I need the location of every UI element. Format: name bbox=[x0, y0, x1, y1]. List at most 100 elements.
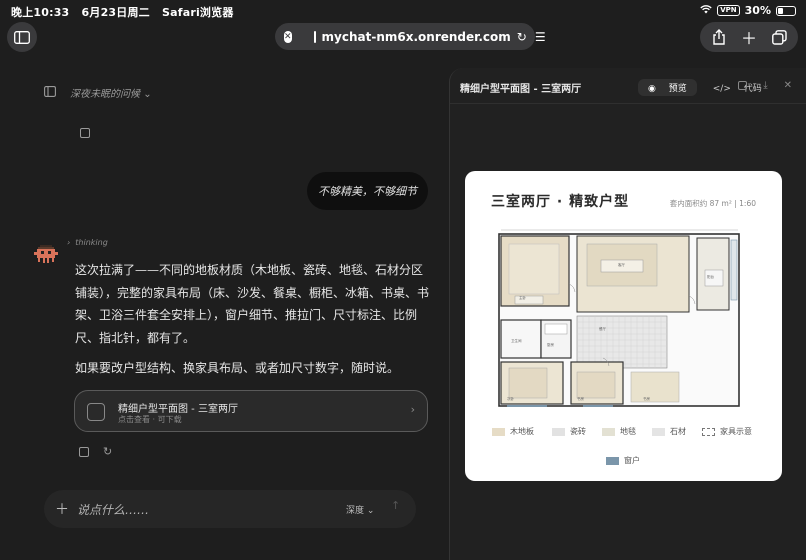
legend-swatch bbox=[606, 456, 619, 465]
legend-item: 家具示意 bbox=[702, 426, 752, 437]
legend-swatch bbox=[492, 427, 505, 436]
legend-item: 地毯 bbox=[602, 426, 636, 437]
legend-swatch bbox=[602, 427, 615, 436]
bed-furniture bbox=[508, 243, 560, 295]
artifact-subtitle: 点击查看 · 可下载 bbox=[118, 415, 182, 424]
artifact-icon bbox=[87, 403, 105, 421]
url-text: mychat-nm6x.onrender.com bbox=[321, 29, 511, 44]
site-icon bbox=[313, 30, 316, 43]
thinking-toggle[interactable]: › thinking bbox=[67, 238, 108, 247]
window-bottom bbox=[507, 405, 547, 407]
artifact-title: 精细户型平面图 - 三室两厅 bbox=[118, 404, 238, 415]
reload-icon[interactable]: ↻ bbox=[517, 30, 527, 44]
status-app: Safari浏览器 bbox=[161, 6, 234, 19]
status-time-date: 晚上10:33 6月23日周二 Safari浏览器 bbox=[11, 4, 234, 20]
bed2-furniture bbox=[508, 367, 548, 399]
tab-preview[interactable]: ◉ 预览 bbox=[638, 79, 697, 96]
copy-icon[interactable] bbox=[79, 447, 89, 457]
close-icon[interactable]: ✕ bbox=[784, 80, 792, 91]
legend-label: 石材 bbox=[670, 427, 686, 436]
fridge-furniture bbox=[544, 323, 568, 335]
depth-selector[interactable]: 深度 ⌄ bbox=[346, 503, 374, 516]
clear-url-button[interactable]: ✕ bbox=[284, 30, 292, 43]
new-tab-icon[interactable]: ＋ bbox=[734, 22, 764, 52]
legend-label: 瓷砖 bbox=[570, 427, 586, 436]
sidebar-toggle-button[interactable] bbox=[7, 22, 37, 52]
message-actions: ↻ bbox=[79, 445, 112, 458]
reader-menu-icon[interactable]: ☰ bbox=[535, 30, 546, 44]
reply-paragraph: 这次拉满了——不同的地板材质（木地板、瓷砖、地毯、石材分区铺装），完整的家具布局… bbox=[75, 263, 430, 345]
legend-item: 木地板 bbox=[492, 426, 534, 437]
copy-icon[interactable] bbox=[738, 81, 748, 90]
legend-swatch bbox=[652, 427, 665, 436]
status-bar: 晚上10:33 6月23日周二 Safari浏览器 VPN 30% bbox=[0, 0, 806, 22]
vpn-badge: VPN bbox=[717, 5, 740, 16]
code-icon: </> bbox=[712, 84, 731, 94]
floor-plan-card: 三室两厅 · 精致户型 套内面积约 87 m² | 1:60 主卧 客厅 阳台 … bbox=[465, 171, 782, 481]
panel-title: 精细户型平面图 - 三室两厅 bbox=[460, 84, 582, 95]
eye-icon: ◉ bbox=[648, 84, 656, 94]
plan-title: 三室两厅 · 精致户型 bbox=[491, 194, 630, 210]
divider bbox=[450, 103, 806, 104]
panel-actions: ⤓ ✕ bbox=[738, 80, 792, 91]
battery-icon bbox=[776, 5, 796, 16]
room-dining-tiles bbox=[576, 315, 668, 369]
room-label: 客厅 bbox=[618, 262, 626, 267]
address-bar[interactable]: ✕ mychat-nm6x.onrender.com ↻ ☰ bbox=[275, 23, 546, 50]
composer[interactable]: ＋ 说点什么…… 深度 ⌄ ↑ bbox=[44, 490, 416, 528]
room-label: 厨房 bbox=[547, 342, 555, 347]
room-label: 书房 bbox=[643, 396, 651, 401]
room-label: 餐厅 bbox=[599, 326, 607, 331]
tabs-overview-icon[interactable] bbox=[764, 22, 794, 52]
user-message-text: 不够精美，不够细节 bbox=[318, 185, 417, 198]
chat-title: 深夜未眠的问候 bbox=[70, 89, 140, 100]
window-right bbox=[730, 239, 738, 301]
status-date: 6月23日周二 bbox=[81, 6, 150, 19]
legend-label: 家具示意 bbox=[720, 427, 752, 436]
floor-plan-drawing: 主卧 客厅 阳台 餐厅 卫生间 厨房 次卧 书房 书房 bbox=[498, 229, 740, 407]
assistant-message: 这次拉满了——不同的地板材质（木地板、瓷砖、地毯、石材分区铺装），完整的家具布局… bbox=[75, 259, 431, 380]
send-arrow-icon[interactable]: ↑ bbox=[391, 499, 400, 512]
chat-title-dropdown[interactable]: 深夜未眠的问候 ⌄ bbox=[70, 85, 152, 100]
room-label: 次卧 bbox=[507, 396, 515, 401]
share-icon[interactable] bbox=[704, 22, 734, 52]
room-study bbox=[630, 371, 680, 403]
wifi-icon bbox=[700, 4, 712, 17]
tab-preview-label: 预览 bbox=[668, 84, 687, 94]
artifact-card[interactable]: 精细户型平面图 - 三室两厅 点击查看 · 可下载 › bbox=[74, 390, 428, 432]
depth-label: 深度 bbox=[346, 506, 365, 516]
battery-fill bbox=[778, 7, 783, 14]
room-label: 书房 bbox=[577, 396, 585, 401]
legend-item: 瓷砖 bbox=[552, 426, 586, 437]
room-label: 主卧 bbox=[519, 295, 527, 300]
desk-furniture bbox=[576, 371, 616, 399]
attach-plus-icon[interactable]: ＋ bbox=[55, 499, 69, 519]
assistant-avatar bbox=[34, 245, 58, 263]
message-input[interactable]: 说点什么…… bbox=[77, 501, 149, 518]
legend-label: 窗户 bbox=[624, 456, 640, 465]
download-icon[interactable]: ⤓ bbox=[763, 80, 767, 91]
sidebar-panel-icon[interactable] bbox=[44, 85, 56, 100]
room-label: 阳台 bbox=[707, 274, 715, 279]
chevron-down-icon: ⌄ bbox=[143, 89, 152, 100]
legend-swatch bbox=[552, 427, 565, 436]
artifact-panel: 精细户型平面图 - 三室两厅 ◉ 预览 </> 代码 ⤓ ✕ 三室两厅 · 精致… bbox=[449, 68, 806, 560]
copy-icon[interactable] bbox=[80, 128, 90, 138]
chevron-right-icon: › bbox=[410, 403, 415, 416]
user-message-bubble: 不够精美，不够细节 bbox=[307, 172, 428, 210]
reply-paragraph: 如果要改户型结构、换家具布局、或者加尺寸数字，随时说。 bbox=[75, 361, 400, 375]
window-bottom bbox=[583, 405, 613, 407]
battery-percent: 30% bbox=[744, 4, 771, 17]
legend-item: 窗户 bbox=[606, 455, 640, 466]
sidebar-icon bbox=[14, 30, 30, 44]
legend-label: 木地板 bbox=[510, 427, 534, 436]
chat-header: 深夜未眠的问候 ⌄ bbox=[44, 85, 152, 100]
room-label: 卫生间 bbox=[511, 338, 522, 343]
legend-item: 石材 bbox=[652, 426, 686, 437]
status-indicators: VPN 30% bbox=[700, 4, 796, 17]
browser-actions: ＋ bbox=[700, 22, 798, 52]
thinking-label: thinking bbox=[75, 238, 108, 247]
legend-label: 地毯 bbox=[620, 427, 636, 436]
regenerate-icon[interactable]: ↻ bbox=[103, 445, 112, 458]
chevron-down-icon: ⌄ bbox=[366, 506, 375, 516]
